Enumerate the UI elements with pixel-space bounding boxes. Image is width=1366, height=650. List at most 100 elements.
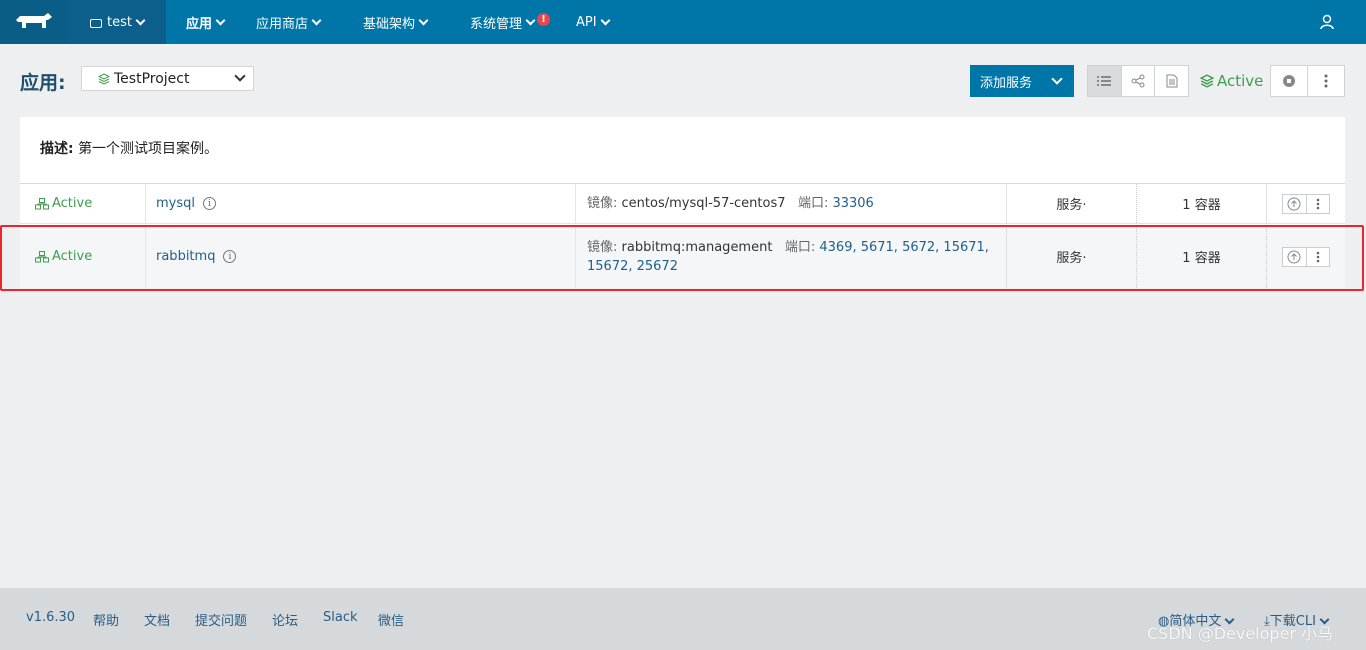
environment-icon xyxy=(90,18,102,28)
container-count: 1 容器 xyxy=(1136,184,1266,223)
project-select[interactable]: TestProject xyxy=(81,66,254,91)
port-value: 4369, 5671, 5672, 15671, xyxy=(819,239,989,255)
service-actions xyxy=(1266,184,1345,223)
nav-api-label: API xyxy=(576,14,597,30)
container-count: 1 容器 xyxy=(1136,225,1266,288)
more-vertical-icon xyxy=(1324,74,1328,88)
nav-api[interactable]: API xyxy=(576,0,611,44)
nav-infrastructure[interactable]: 基础架构 xyxy=(363,0,429,44)
list-icon xyxy=(1097,76,1112,86)
alert-badge: ! xyxy=(537,12,551,26)
image-value: rabbitmq:management xyxy=(621,239,773,255)
chevron-down-icon xyxy=(600,15,611,25)
footer-link-help[interactable]: 帮助 xyxy=(93,610,119,629)
nav-catalog-label: 应用商店 xyxy=(256,16,309,32)
chevron-down-icon xyxy=(311,15,322,25)
more-actions-button[interactable] xyxy=(1308,66,1344,96)
port-label: 端口: xyxy=(784,239,816,255)
info-icon[interactable]: i xyxy=(223,250,237,263)
service-name-cell: mysql i xyxy=(145,184,575,223)
port-value-continued: 15672, 25672 xyxy=(587,258,678,274)
nav-admin-label: 系统管理 xyxy=(470,16,523,32)
more-vertical-icon xyxy=(1316,198,1320,209)
service-detail-text: 镜像: centos/mysql-57-centos7 端口: 33306 xyxy=(587,194,874,213)
nav-apps[interactable]: 应用 xyxy=(186,0,226,44)
rancher-logo[interactable] xyxy=(0,0,68,44)
top-nav: test 应用 应用商店 基础架构 系统管理 ! API xyxy=(0,0,1366,44)
stack-icon xyxy=(98,72,110,85)
stack-state: Active xyxy=(1200,72,1263,90)
stack-state-label: Active xyxy=(1217,72,1264,90)
chevron-down-icon xyxy=(418,15,429,25)
port-value: 33306 xyxy=(832,196,874,211)
graph-view-button[interactable] xyxy=(1122,66,1156,96)
footer-link-docs[interactable]: 文档 xyxy=(144,610,170,629)
footer-link-issue[interactable]: 提交问题 xyxy=(195,610,247,629)
service-detail-text: 镜像: rabbitmq:management 端口: 4369, 5671, … xyxy=(587,238,989,276)
stop-button[interactable] xyxy=(1271,66,1308,96)
nav-infrastructure-label: 基础架构 xyxy=(363,16,416,32)
stack-actions xyxy=(1270,65,1345,97)
nav-apps-label: 应用 xyxy=(186,16,213,32)
footer-link-wechat[interactable]: 微信 xyxy=(378,610,404,629)
list-view-button[interactable] xyxy=(1088,66,1122,96)
document-icon xyxy=(1166,74,1178,88)
nav-admin[interactable]: 系统管理 ! xyxy=(470,0,551,44)
page-title: 应用: xyxy=(20,72,66,94)
view-toggle-group xyxy=(1087,65,1189,97)
stack-description: 描述: 第一个测试项目案例。 xyxy=(40,138,218,158)
service-detail: 镜像: centos/mysql-57-centos7 端口: 33306 xyxy=(575,184,1006,223)
upgrade-button[interactable] xyxy=(1283,194,1307,213)
add-service-label: 添加服务 xyxy=(980,75,1033,91)
stack-icon xyxy=(1200,74,1214,88)
upgrade-icon xyxy=(1287,250,1301,263)
service-name-cell: rabbitmq i xyxy=(145,225,575,288)
service-more-button[interactable] xyxy=(1307,248,1330,266)
service-row-mysql: Active mysql i 镜像: centos/mysql-57-cento… xyxy=(20,184,1345,224)
stack-panel: 描述: 第一个测试项目案例。 Active mysql i 镜像: centos… xyxy=(20,117,1345,288)
footer-link-slack[interactable]: Slack xyxy=(323,610,358,625)
service-icon xyxy=(35,250,49,262)
service-state-label: Active xyxy=(52,249,93,264)
upgrade-icon xyxy=(1287,197,1301,210)
footer-link-forum[interactable]: 论坛 xyxy=(272,610,298,629)
image-label: 镜像: xyxy=(587,239,618,255)
service-kind: 服务· xyxy=(1006,225,1136,288)
add-service-button[interactable]: 添加服务 xyxy=(970,65,1074,97)
user-icon[interactable] xyxy=(1320,14,1334,30)
nav-catalog[interactable]: 应用商店 xyxy=(256,0,322,44)
environment-name: test xyxy=(107,14,132,30)
info-icon[interactable]: i xyxy=(203,197,216,210)
watermark: CSDN @Developer 小马 xyxy=(1147,624,1334,643)
upgrade-button[interactable] xyxy=(1283,247,1307,266)
chevron-down-icon xyxy=(525,15,536,25)
service-more-button[interactable] xyxy=(1307,195,1330,213)
version-link[interactable]: v1.6.30 xyxy=(26,610,75,625)
service-state: Active xyxy=(35,225,92,288)
port-label: 端口: xyxy=(797,196,829,211)
chevron-down-icon xyxy=(234,70,246,82)
service-actions xyxy=(1266,225,1345,288)
environment-switcher[interactable]: test xyxy=(68,0,166,44)
description-text: 第一个测试项目案例。 xyxy=(78,141,219,157)
service-state: Active xyxy=(35,184,92,223)
image-value: centos/mysql-57-centos7 xyxy=(621,196,786,211)
service-detail: 镜像: rabbitmq:management 端口: 4369, 5671, … xyxy=(575,225,1006,288)
chevron-down-icon xyxy=(135,15,146,25)
service-name-link[interactable]: mysql xyxy=(156,196,195,211)
service-icon xyxy=(35,197,49,209)
service-state-label: Active xyxy=(52,196,93,211)
description-label: 描述: xyxy=(40,141,74,157)
service-name-link[interactable]: rabbitmq xyxy=(156,249,215,264)
service-kind: 服务· xyxy=(1006,184,1136,223)
chevron-down-icon xyxy=(215,15,226,25)
share-icon xyxy=(1131,74,1145,88)
config-view-button[interactable] xyxy=(1155,66,1188,96)
project-name: TestProject xyxy=(114,70,190,87)
chevron-down-icon xyxy=(1051,73,1063,85)
more-vertical-icon xyxy=(1316,251,1320,262)
rancher-logo-icon xyxy=(16,13,52,28)
image-label: 镜像: xyxy=(587,196,618,211)
stop-icon xyxy=(1283,75,1295,87)
service-row-rabbitmq: Active rabbitmq i 镜像: rabbitmq:managemen… xyxy=(20,225,1345,288)
